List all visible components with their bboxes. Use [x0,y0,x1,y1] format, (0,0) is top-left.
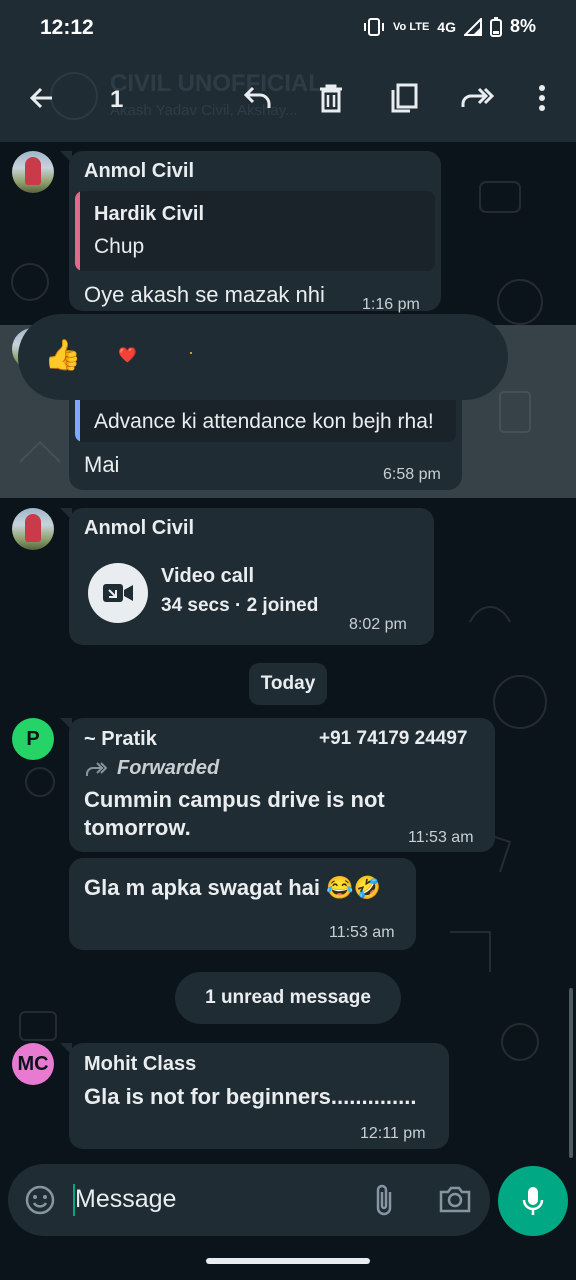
forward-icon [461,87,494,107]
message-input[interactable]: Message [75,1185,176,1214]
sender-name: Mohit Class [84,1053,197,1075]
message-time: 11:53 am [329,924,395,941]
reaction-more[interactable]: · [188,342,194,363]
avatar-pratik[interactable]: P [12,718,54,760]
message-time: 1:16 pm [362,296,420,313]
group-members: Akash Yadav Civil, Akshay... [110,102,298,119]
status-bar: 12:12 Vo LTE 4G 8% [0,0,576,56]
network-type: 4G [437,18,456,35]
call-title: Video call [161,565,255,587]
status-icons: Vo LTE 4G 8% [363,16,536,37]
more-options-button[interactable] [522,78,562,118]
message-bubble[interactable]: Mohit Class Gla is not for beginners....… [60,1043,449,1149]
message-text: Mai [84,452,120,477]
message-time: 11:53 am [408,829,474,846]
quote-author: Hardik Civil [94,203,205,225]
camera-button[interactable] [438,1184,472,1219]
microphone-icon [522,1187,544,1215]
forwarded-icon [86,762,107,776]
reaction-heart[interactable]: ❤️ [118,346,137,364]
home-indicator[interactable] [206,1258,370,1264]
signal-icon [463,17,482,36]
forwarded-label: Forwarded [117,757,220,779]
reply-button[interactable] [238,78,278,118]
back-button[interactable] [22,78,62,118]
voice-message-button[interactable] [498,1166,568,1236]
group-info: CIVIL UNOFFICIAL Akash Yadav Civil, Aksh… [110,70,323,119]
unread-banner: 1 unread message [175,972,401,1024]
copy-button[interactable] [384,78,424,118]
battery-level: 8% [509,16,536,36]
selection-toolbar: CIVIL UNOFFICIAL Akash Yadav Civil, Aksh… [0,56,576,142]
quote-text: Chup [94,235,145,258]
emoji-button[interactable] [24,1184,56,1221]
quoted-message[interactable]: Hardik Civil Chup [75,191,435,271]
selected-count: 1 [110,86,124,113]
camera-icon [439,1186,471,1213]
message-time: 6:58 pm [383,466,441,483]
chat-area[interactable]: Anmol Civil Hardik Civil Chup Oye akash … [0,142,576,1160]
scrollbar[interactable] [569,988,573,1158]
trash-icon [320,84,342,113]
quote-bar [75,191,80,271]
date-divider: Today [249,663,327,705]
emoji-icon [25,1185,55,1215]
copy-icon [391,83,418,113]
sender-name: Anmol Civil [84,160,195,182]
quote-text: Advance ki attendance kon bejh rha! [94,410,434,433]
reaction-thumbs-up[interactable]: 👍 [44,338,81,373]
message-time: 12:11 pm [360,1125,426,1142]
avatar-anmol[interactable] [12,151,54,193]
message-bubble[interactable]: Gla m apka swagat hai 😂🤣 11:53 am [69,858,416,950]
avatar-mohit[interactable]: MC [12,1043,54,1085]
message-bubble[interactable]: Anmol Civil Hardik Civil Chup Oye akash … [60,151,441,313]
vibrate-icon [364,17,385,36]
back-arrow-icon [29,87,52,109]
message-text: Cummin campus drive is not tomorrow. [84,787,385,840]
message-bubble[interactable]: ~ Pratik +91 74179 24497 Forwarded Cummi… [60,718,495,852]
status-time: 12:12 [40,16,94,39]
message-text: Oye akash se mazak nhi [84,282,325,307]
message-text: Gla m apka swagat hai 😂🤣 [84,875,381,900]
sender-name: ~ Pratik [84,728,157,750]
attach-button[interactable] [372,1182,398,1223]
delete-button[interactable] [311,78,351,118]
volte-indicator: Vo LTE [393,20,430,33]
more-vert-icon [539,85,545,111]
sender-name: Anmol Civil [84,517,195,539]
avatar-anmol[interactable] [12,508,54,550]
missed-video-call-icon [103,584,133,602]
reply-icon [243,86,271,108]
call-bubble[interactable]: Anmol Civil Video call 34 secs · 2 joine… [60,508,434,645]
paperclip-icon [376,1184,392,1216]
battery-icon [489,16,502,37]
sender-phone: +91 74179 24497 [319,728,468,749]
message-time: 8:02 pm [349,616,407,633]
call-detail: 34 secs · 2 joined [161,595,319,616]
message-text: Gla is not for beginners.............. [84,1084,417,1109]
forward-button[interactable] [457,78,497,118]
video-call-icon-badge [88,563,148,623]
message-composer: Message [8,1164,490,1236]
reaction-picker: 👍 ❤️ · [18,314,508,400]
group-name: CIVIL UNOFFICIAL [110,70,323,97]
